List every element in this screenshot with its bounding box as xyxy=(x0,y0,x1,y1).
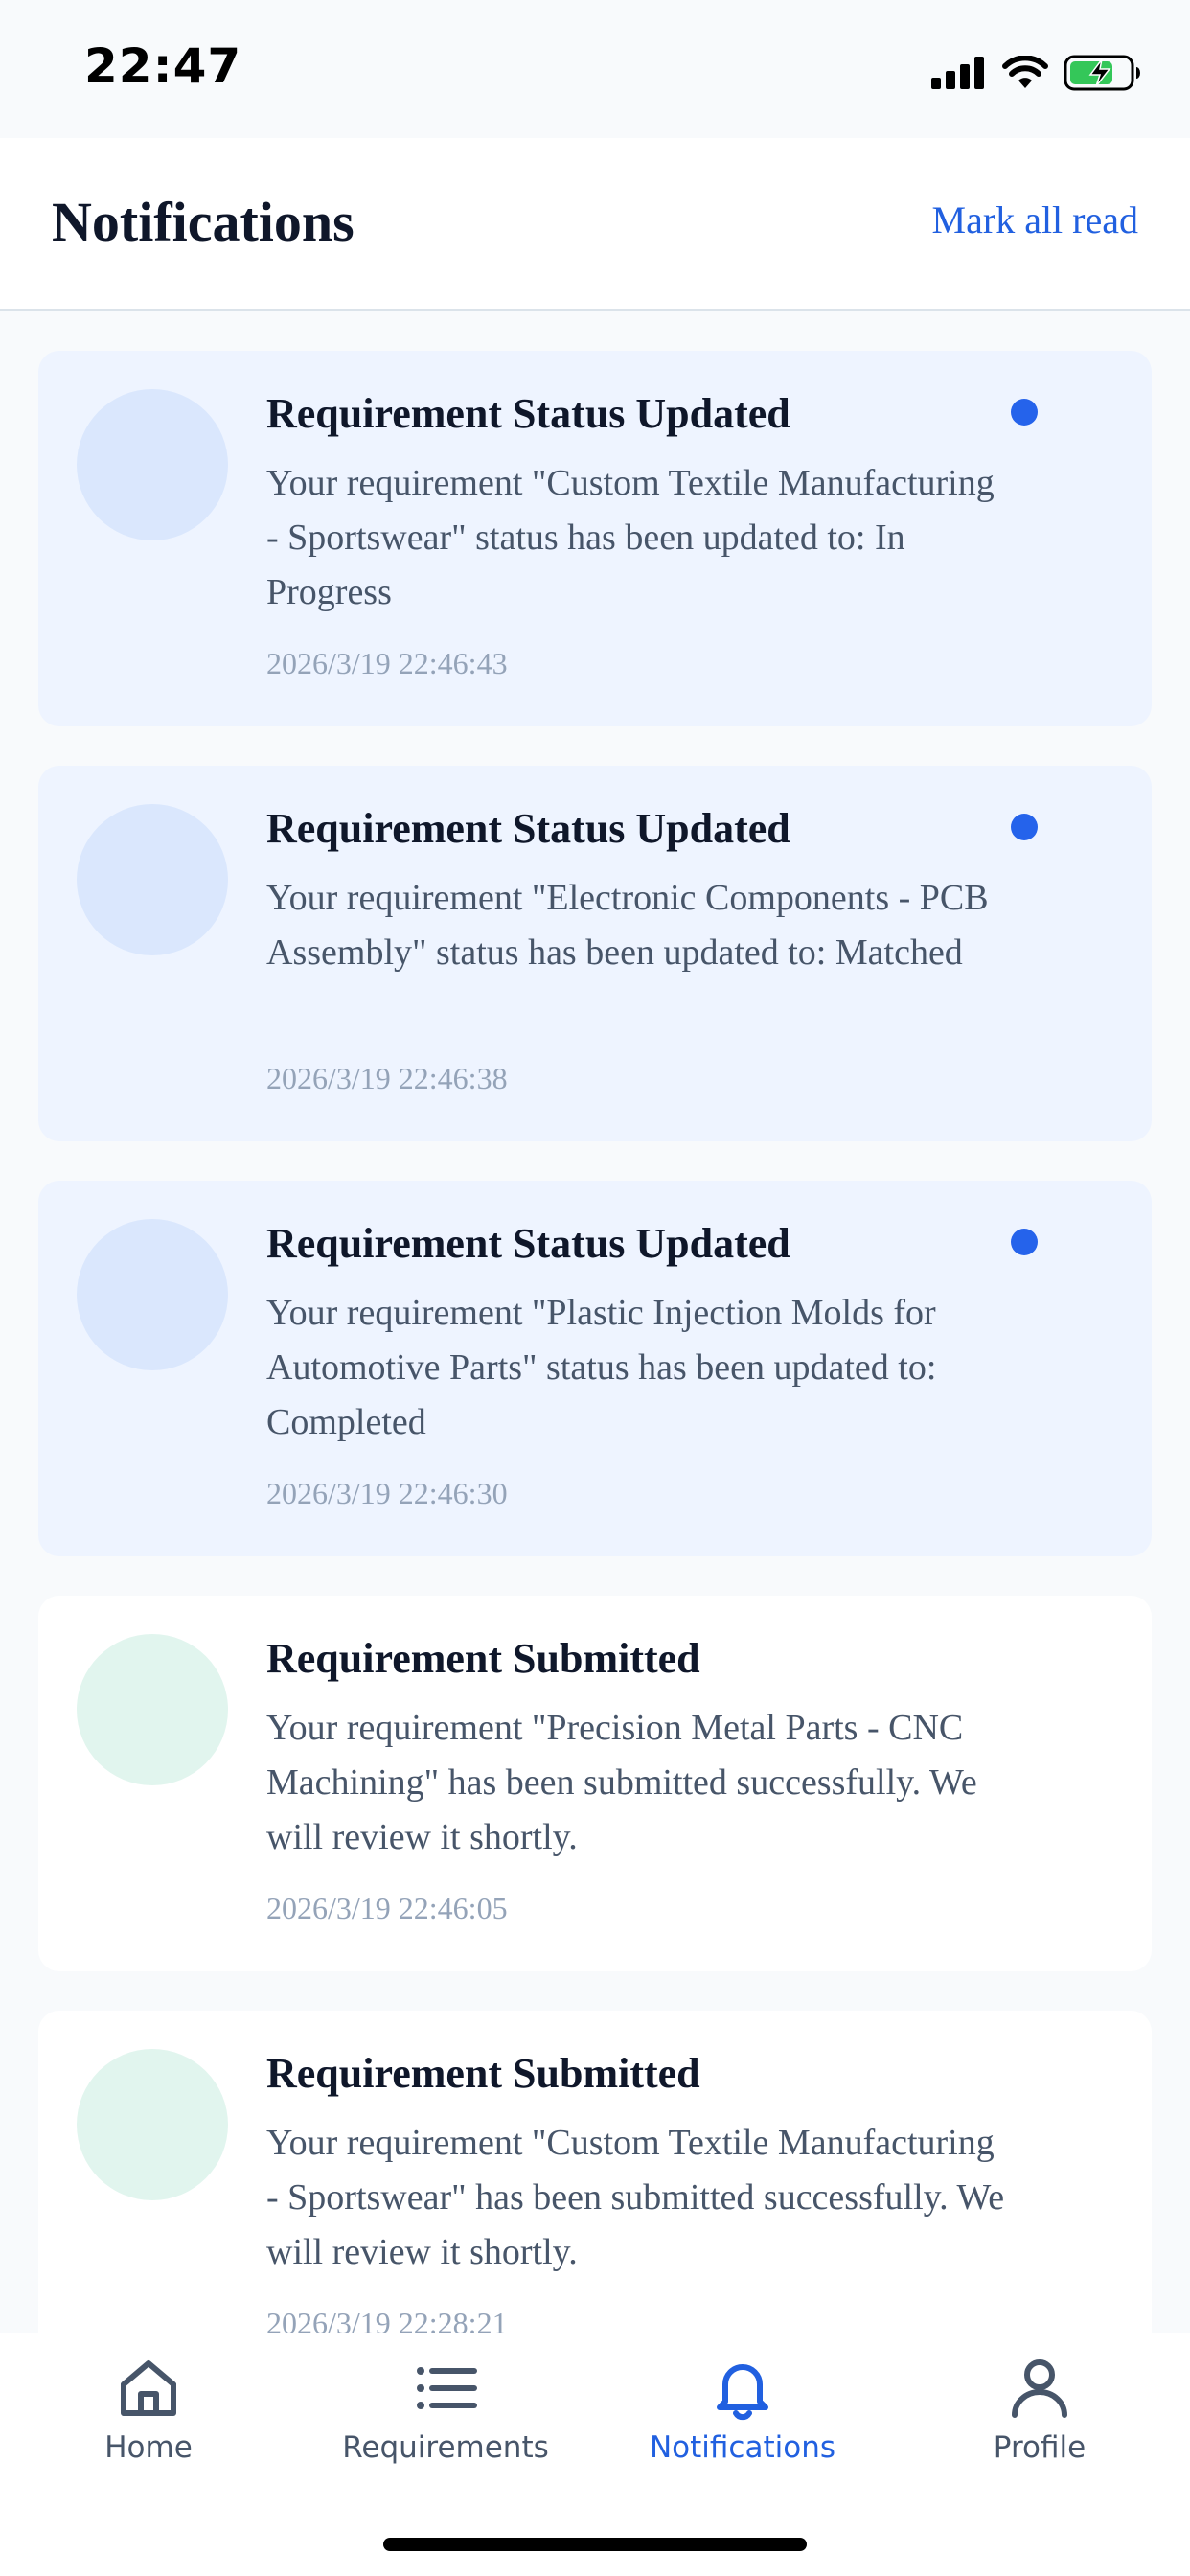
header: Notifications Mark all read xyxy=(0,138,1190,310)
home-indicator[interactable] xyxy=(383,2538,807,2551)
notification-avatar xyxy=(77,2049,228,2200)
tab-profile[interactable]: Profile xyxy=(891,2354,1188,2488)
notification-title: Requirement Submitted xyxy=(266,2050,700,2097)
tab-label: Requirements xyxy=(342,2430,549,2465)
notification-time: 2026/3/19 22:28:21 xyxy=(266,2306,508,2333)
notification-time: 2026/3/19 22:46:38 xyxy=(266,1061,508,1095)
unread-dot xyxy=(1011,399,1038,426)
notification-avatar xyxy=(77,804,228,955)
notification-avatar xyxy=(77,1219,228,1370)
notification-card[interactable]: Requirement Submitted Your requirement "… xyxy=(38,2011,1152,2333)
notification-message: Your requirement "Custom Textile Manufac… xyxy=(266,463,995,612)
notification-message: Your requirement "Precision Metal Parts … xyxy=(266,1708,977,1857)
list-icon xyxy=(417,2367,477,2409)
unread-dot xyxy=(1011,1229,1038,1255)
battery-icon xyxy=(1064,55,1140,91)
tab-requirements[interactable]: Requirements xyxy=(297,2354,594,2488)
notification-title: Requirement Status Updated xyxy=(266,390,790,437)
notification-card[interactable]: Requirement Status Updated Your requirem… xyxy=(38,351,1152,726)
user-icon xyxy=(1012,2359,1067,2418)
home-icon xyxy=(121,2360,176,2416)
wifi-icon xyxy=(1002,56,1048,88)
status-time: 22:47 xyxy=(84,38,242,94)
status-icons xyxy=(931,52,1142,94)
bell-icon xyxy=(717,2364,768,2421)
mark-all-read-button[interactable]: Mark all read xyxy=(932,197,1138,242)
notification-title: Requirement Submitted xyxy=(266,1635,700,1682)
notification-title: Requirement Status Updated xyxy=(266,805,790,852)
tab-label: Home xyxy=(104,2430,193,2465)
unread-dot xyxy=(1011,814,1038,840)
tab-notifications[interactable]: Notifications xyxy=(594,2354,891,2488)
notification-card[interactable]: Requirement Status Updated Your requirem… xyxy=(38,766,1152,1141)
cellular-signal-icon xyxy=(931,57,984,89)
notification-card[interactable]: Requirement Status Updated Your requirem… xyxy=(38,1181,1152,1556)
page-title: Notifications xyxy=(52,191,355,253)
notification-time: 2026/3/19 22:46:05 xyxy=(266,1891,508,1925)
notification-avatar xyxy=(77,389,228,540)
notification-message: Your requirement "Electronic Components … xyxy=(266,878,989,973)
notification-list[interactable]: Requirement Status Updated Your requirem… xyxy=(0,310,1190,2333)
status-bar: 22:47 xyxy=(0,0,1190,138)
tab-label: Profile xyxy=(993,2430,1087,2465)
notification-message: Your requirement "Plastic Injection Mold… xyxy=(266,1293,937,1442)
notification-time: 2026/3/19 22:46:30 xyxy=(266,1476,508,1510)
tab-label: Notifications xyxy=(649,2430,836,2465)
notification-title: Requirement Status Updated xyxy=(266,1220,790,1267)
notification-avatar xyxy=(77,1634,228,1785)
tab-home[interactable]: Home xyxy=(0,2354,297,2488)
notification-card[interactable]: Requirement Submitted Your requirement "… xyxy=(38,1596,1152,1971)
notification-time: 2026/3/19 22:46:43 xyxy=(266,646,508,680)
notification-message: Your requirement "Custom Textile Manufac… xyxy=(266,2123,1005,2272)
